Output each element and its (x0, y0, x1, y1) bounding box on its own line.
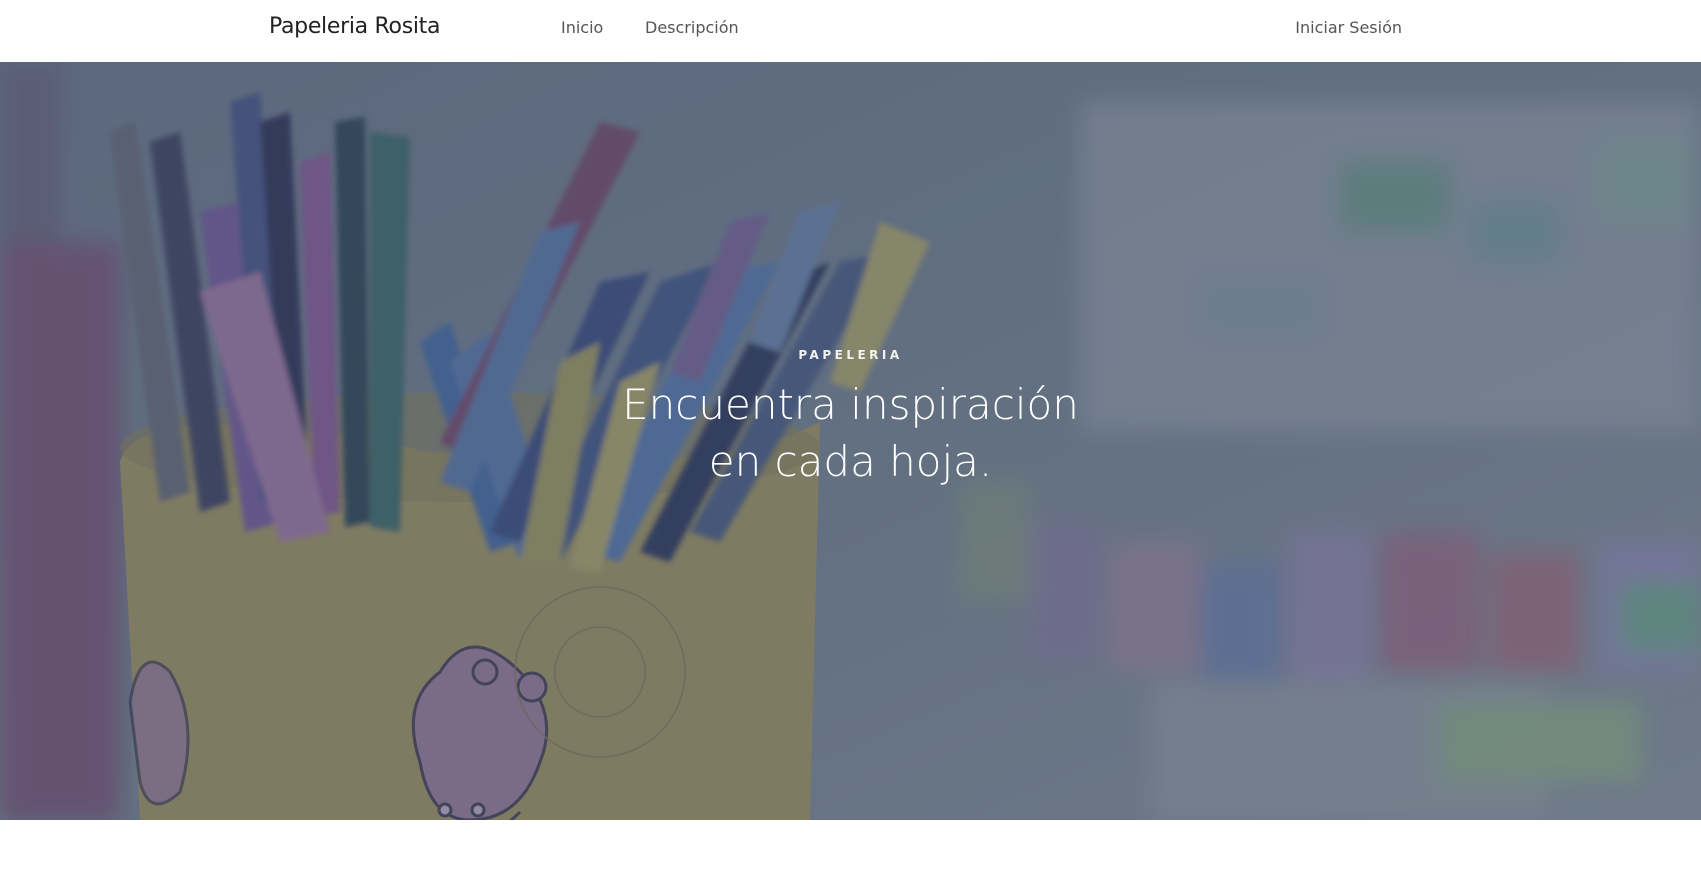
hero-section: PAPELERIA Encuentra inspiración en cada … (0, 62, 1701, 820)
hero-content: PAPELERIA Encuentra inspiración en cada … (0, 348, 1701, 490)
login-link[interactable]: Iniciar Sesión (1295, 18, 1402, 37)
nav-link-descripcion[interactable]: Descripción (645, 18, 739, 37)
hero-headline: Encuentra inspiración en cada hoja. (622, 380, 1079, 486)
top-navbar: Papeleria Rosita Inicio Descripción Inic… (0, 0, 1701, 62)
nav-link-inicio[interactable]: Inicio (561, 18, 603, 37)
brand-logo-link[interactable]: Papeleria Rosita (269, 14, 440, 39)
hero-eyebrow: PAPELERIA (798, 348, 903, 362)
page-bottom-area (0, 820, 1701, 871)
